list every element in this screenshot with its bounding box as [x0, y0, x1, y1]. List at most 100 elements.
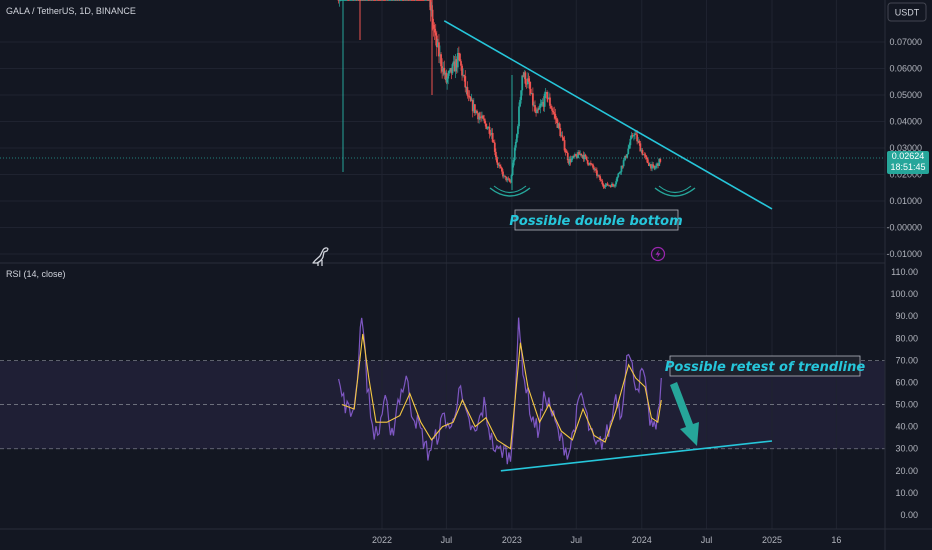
candle-body	[496, 162, 499, 165]
candle-body	[531, 93, 534, 106]
candle-body	[638, 140, 641, 144]
annotation-double-bottom[interactable]: Possible double bottom	[509, 209, 683, 231]
last-price-tag: 0.02624 18:51:45	[887, 150, 929, 174]
candle-body	[566, 152, 569, 161]
candle-body	[448, 70, 451, 74]
candle-body	[518, 106, 520, 127]
candle-body	[600, 180, 603, 181]
candle-body	[596, 170, 598, 176]
candle-body	[635, 133, 637, 135]
candle-body	[512, 160, 515, 166]
candle-body	[619, 171, 622, 173]
candle-body	[618, 172, 621, 174]
candle-body	[555, 118, 558, 120]
candle-body	[584, 154, 587, 157]
candle-body	[492, 141, 495, 143]
candle-body	[513, 147, 516, 161]
candle-body	[494, 151, 497, 158]
candle-body	[463, 74, 466, 77]
candle-body	[636, 134, 639, 142]
countdown-value: 18:51:45	[890, 162, 925, 172]
candle-body	[491, 132, 494, 142]
time-tick-label: 2025	[762, 535, 782, 545]
symbol-title: GALA / TetherUS, 1D, BINANCE	[6, 6, 136, 16]
rsi-tick-label: 100.00	[890, 289, 918, 299]
candle-body	[622, 160, 625, 167]
price-tick-label: 0.06000	[889, 64, 922, 74]
candle-body	[599, 176, 602, 181]
rsi-tick-label: 40.00	[895, 422, 918, 432]
candle-body	[561, 135, 564, 138]
candle-body	[616, 176, 619, 182]
candle-body	[594, 169, 597, 171]
candle-body	[655, 165, 657, 168]
chart-canvas[interactable]: Possible double bottom Possible retest o…	[0, 0, 932, 550]
time-tick-label: 2022	[372, 535, 392, 545]
candle-body	[461, 65, 463, 76]
last-price-value: 0.02624	[892, 151, 925, 161]
candle-body	[493, 142, 496, 152]
time-tick-label: Jul	[701, 535, 713, 545]
candle-body	[627, 148, 630, 155]
time-tick-label: Jul	[571, 535, 583, 545]
candle-body	[551, 108, 553, 111]
candle-body	[554, 113, 557, 119]
candle-body	[501, 167, 503, 172]
price-tick-label: -0.01000	[886, 249, 922, 259]
candle-body	[508, 179, 511, 182]
candle-body	[563, 140, 566, 151]
candle-body	[546, 91, 549, 99]
candle-body	[552, 110, 555, 113]
candle-body	[592, 164, 594, 168]
rsi-tick-label: 0.00	[900, 510, 918, 520]
time-tick-label: 16	[831, 535, 841, 545]
candle-body	[620, 165, 623, 172]
annotation-retest-text: Possible retest of trendline	[665, 360, 866, 375]
candle-body	[519, 99, 521, 107]
candle-body	[484, 120, 487, 124]
rsi-tick-label: 50.00	[895, 400, 918, 410]
price-tick-label: -0.00000	[886, 223, 922, 233]
candle-body	[478, 116, 481, 118]
candle-body	[601, 180, 604, 185]
price-axis[interactable]: 0.070000.060000.050000.040000.030000.020…	[886, 37, 922, 259]
candle-body	[575, 154, 577, 156]
rsi-title: RSI (14, close)	[6, 269, 66, 279]
candle-body	[456, 53, 459, 68]
candle-body	[528, 81, 531, 89]
candle-body	[499, 166, 502, 168]
candle-body	[654, 167, 656, 169]
candle-body	[580, 153, 583, 156]
time-tick-label: 2023	[502, 535, 522, 545]
candle-body	[615, 181, 618, 185]
candle-body	[598, 175, 600, 177]
candle-body	[612, 183, 614, 186]
candle-body	[514, 141, 517, 148]
candle-body	[460, 61, 462, 66]
candle-body	[521, 75, 524, 91]
candle-body	[504, 175, 507, 177]
candle-body	[617, 173, 620, 177]
candle-body	[643, 154, 646, 156]
rsi-tick-label: 80.00	[895, 333, 918, 343]
candle-body	[537, 109, 540, 111]
price-tick-label: 0.07000	[889, 37, 922, 47]
candle-body	[652, 164, 655, 166]
candle-body	[659, 158, 662, 162]
rsi-tick-label: 20.00	[895, 466, 918, 476]
candle-body	[520, 90, 523, 100]
currency-button[interactable]: USDT	[887, 2, 927, 22]
time-tick-label: 2024	[632, 535, 652, 545]
candle-body	[604, 184, 607, 187]
rsi-tick-label: 30.00	[895, 444, 918, 454]
candle-body	[633, 135, 635, 137]
candle-body	[606, 183, 609, 186]
candle-body	[553, 112, 556, 114]
candle-body	[589, 163, 592, 165]
candle-body	[507, 178, 510, 180]
rsi-tick-label: 90.00	[895, 311, 918, 321]
candle-body	[603, 186, 606, 188]
annotation-retest[interactable]: Possible retest of trendline	[665, 355, 866, 377]
candle-body	[527, 78, 530, 82]
candle-body	[534, 105, 536, 112]
